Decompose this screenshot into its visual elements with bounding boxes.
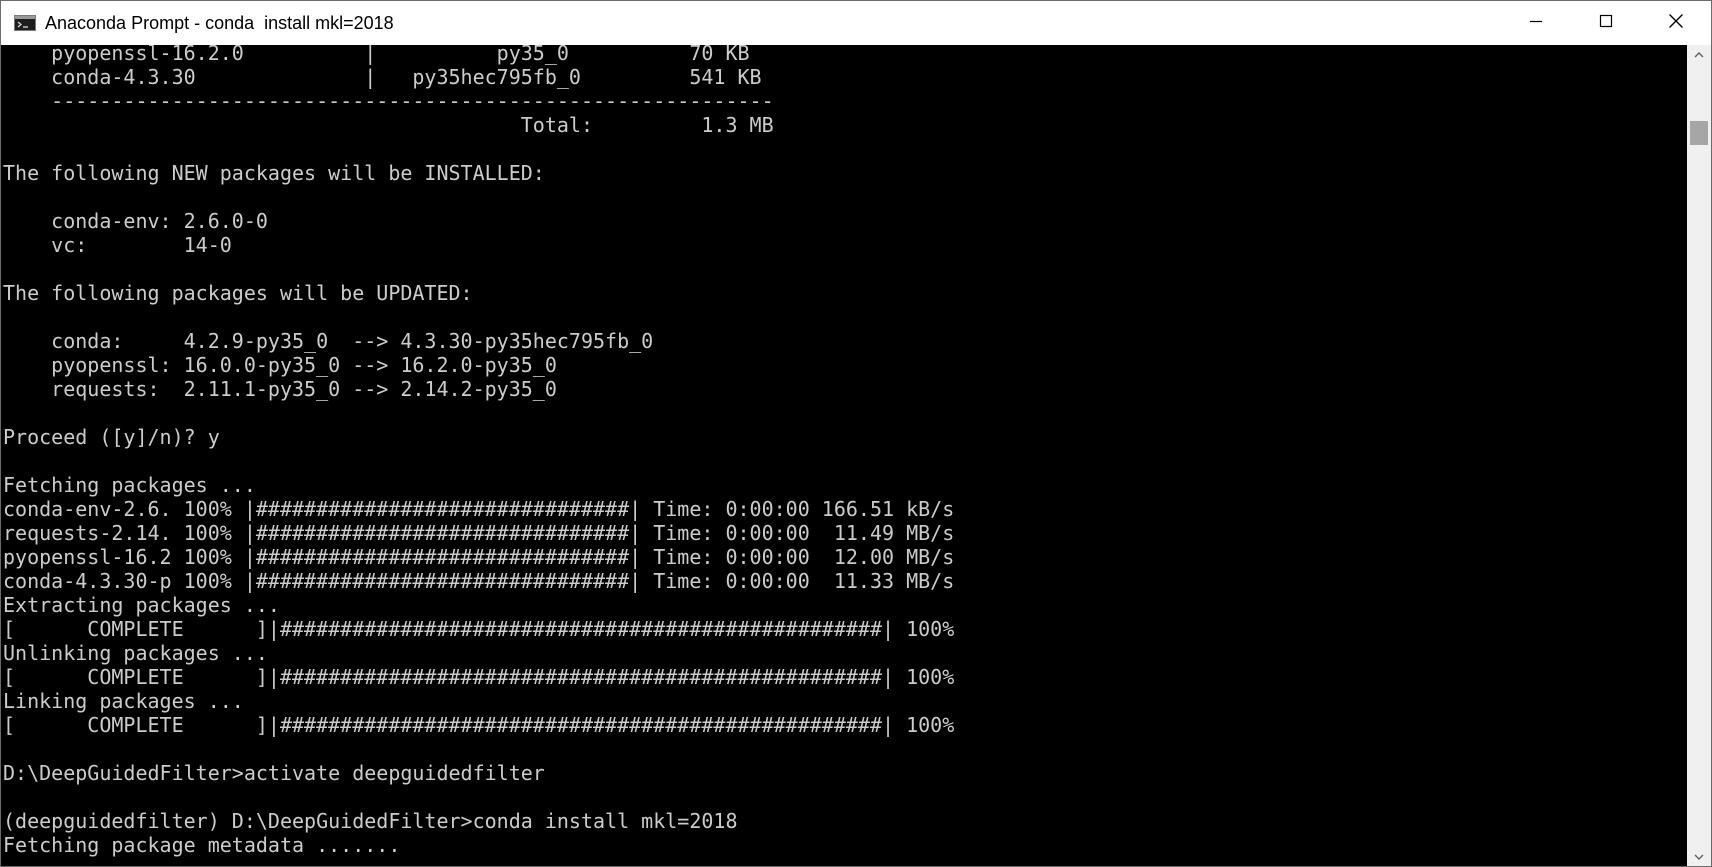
console-line: [ COMPLETE ]|###########################… xyxy=(3,713,955,737)
console-window: Anaconda Prompt - conda install mkl=2018 xyxy=(0,0,1712,867)
minimize-button[interactable] xyxy=(1501,1,1571,45)
maximize-icon xyxy=(1599,14,1613,33)
console-line: pyopenssl: 16.0.0-py35_0 --> 16.2.0-py35… xyxy=(3,353,557,377)
console-line: [ COMPLETE ]|###########################… xyxy=(3,617,955,641)
console-line: (deepguidedfilter) D:\DeepGuidedFilter>c… xyxy=(3,809,738,833)
close-button[interactable] xyxy=(1641,1,1711,45)
console-line: The following NEW packages will be INSTA… xyxy=(3,161,545,185)
chevron-down-icon xyxy=(1694,848,1704,866)
console-line: [ COMPLETE ]|###########################… xyxy=(3,665,955,689)
close-icon xyxy=(1668,13,1684,34)
maximize-button[interactable] xyxy=(1571,1,1641,45)
console-line: requests-2.14. 100% |###################… xyxy=(3,521,955,545)
console-line: Unlinking packages ... xyxy=(3,641,268,665)
console-output[interactable]: pyopenssl-16.2.0 | py35_0 70 KB conda-4.… xyxy=(1,45,1687,866)
console-line: conda-env-2.6. 100% |###################… xyxy=(3,497,955,521)
console-line: ----------------------------------------… xyxy=(3,89,774,113)
console-line: requests: 2.11.1-py35_0 --> 2.14.2-py35_… xyxy=(3,377,557,401)
terminal-icon xyxy=(13,14,37,32)
scroll-thumb[interactable] xyxy=(1690,121,1708,145)
window-controls xyxy=(1501,1,1711,45)
console-line: D:\DeepGuidedFilter>activate deepguidedf… xyxy=(3,761,545,785)
console-line: conda-env: 2.6.0-0 xyxy=(3,209,268,233)
console-line: vc: 14-0 xyxy=(3,233,232,257)
vertical-scrollbar[interactable] xyxy=(1687,45,1711,866)
console-line: Proceed ([y]/n)? y xyxy=(3,425,220,449)
console-line: Fetching package metadata ....... xyxy=(3,833,401,857)
console-line: pyopenssl-16.2.0 | py35_0 70 KB xyxy=(3,45,750,65)
console-line: conda-4.3.30 | py35hec795fb_0 541 KB xyxy=(3,65,762,89)
console-line: Linking packages ... xyxy=(3,689,244,713)
minimize-icon xyxy=(1529,14,1543,33)
console-line: Extracting packages ... xyxy=(3,593,280,617)
title-bar[interactable]: Anaconda Prompt - conda install mkl=2018 xyxy=(1,1,1711,45)
console-line: Fetching packages ... xyxy=(3,473,256,497)
console-line: pyopenssl-16.2 100% |###################… xyxy=(3,545,955,569)
scroll-up-button[interactable] xyxy=(1687,45,1711,65)
console-line: conda: 4.2.9-py35_0 --> 4.3.30-py35hec79… xyxy=(3,329,654,353)
window-title: Anaconda Prompt - conda install mkl=2018 xyxy=(45,12,394,33)
console-line: Total: 1.3 MB xyxy=(3,113,774,137)
console-line: The following packages will be UPDATED: xyxy=(3,281,473,305)
scroll-down-button[interactable] xyxy=(1687,847,1711,866)
console-line: conda-4.3.30-p 100% |###################… xyxy=(3,569,955,593)
chevron-up-icon xyxy=(1694,46,1704,64)
